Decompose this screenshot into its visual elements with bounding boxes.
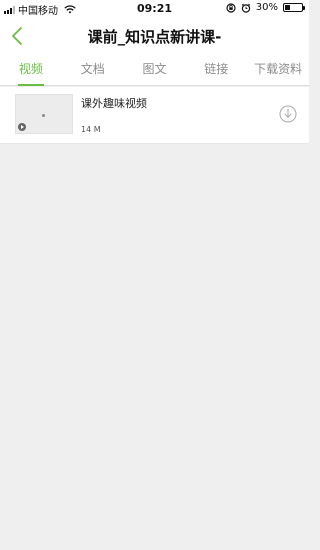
tab-link[interactable]: 链接 xyxy=(185,54,247,85)
download-icon[interactable] xyxy=(279,105,297,123)
tab-video[interactable]: 视频 xyxy=(0,54,62,86)
nav-bar: 课前_知识点新讲课- xyxy=(0,18,309,54)
battery-fill xyxy=(285,5,290,10)
tab-bar: 视频 文档 图文 链接 下载资料 xyxy=(0,54,309,86)
status-right: 30% xyxy=(226,2,305,13)
video-thumbnail xyxy=(15,94,73,134)
battery-percent: 30% xyxy=(255,2,278,13)
thumbnail-dot xyxy=(42,114,45,117)
chevron-left-icon xyxy=(12,27,22,45)
video-list: 课外趣味视频 14 M xyxy=(0,87,309,144)
orientation-lock-icon xyxy=(226,2,236,13)
status-bar: 中国移动 09:21 30% xyxy=(0,0,309,18)
tab-document[interactable]: 文档 xyxy=(62,54,124,85)
page-title: 课前_知识点新讲课- xyxy=(87,28,222,46)
alarm-icon xyxy=(241,3,251,13)
battery-icon xyxy=(283,3,305,12)
item-title: 课外趣味视频 xyxy=(81,97,147,110)
back-button[interactable] xyxy=(6,23,32,49)
play-icon xyxy=(18,123,26,131)
app-screen: 中国移动 09:21 30% 课前_知识点新讲课- 视频 文档 图文 链接 下载… xyxy=(0,0,309,550)
list-item[interactable]: 课外趣味视频 14 M xyxy=(0,87,309,144)
item-size: 14 M xyxy=(81,125,101,134)
tab-image-text[interactable]: 图文 xyxy=(124,54,186,85)
tab-downloads[interactable]: 下载资料 xyxy=(247,54,309,85)
